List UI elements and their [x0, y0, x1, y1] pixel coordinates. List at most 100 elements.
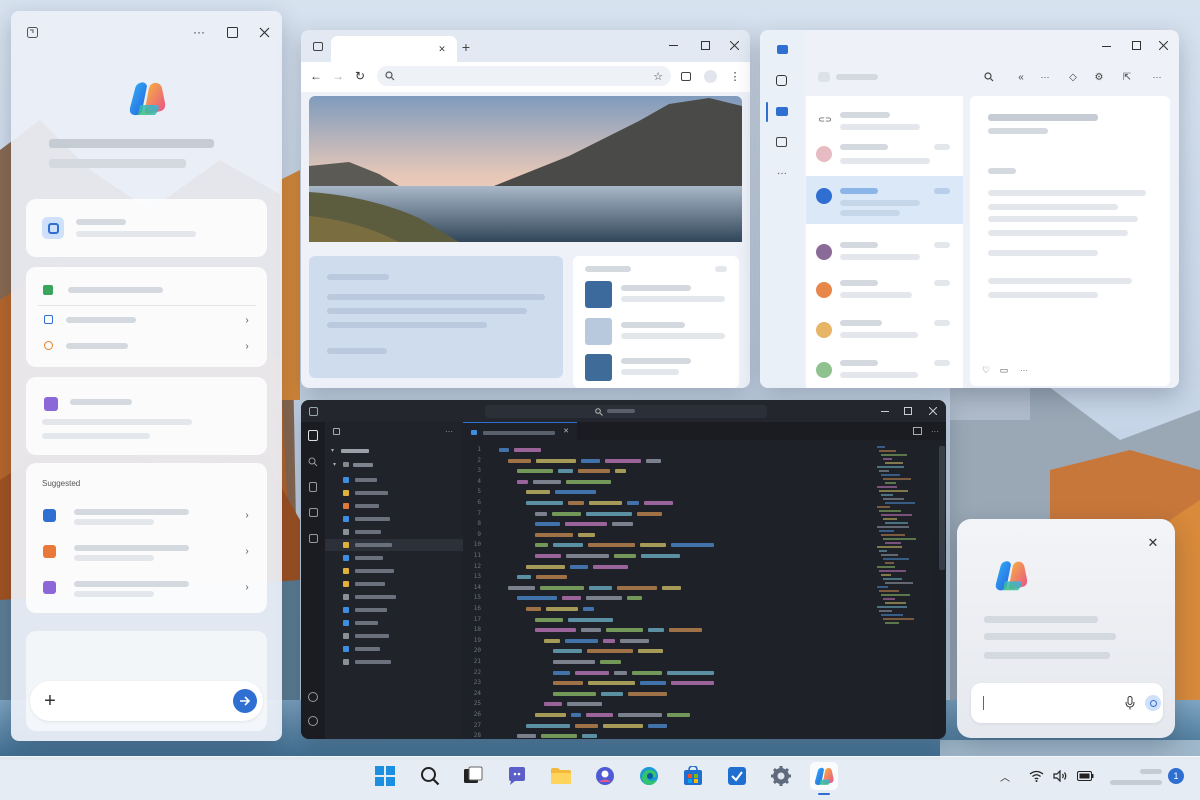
command-center[interactable] [485, 405, 767, 418]
add-attachment-icon[interactable]: + [38, 689, 62, 713]
search-icon[interactable] [307, 456, 319, 468]
account-icon[interactable] [308, 692, 318, 702]
action-row-1[interactable]: › [36, 309, 258, 331]
source-control-icon[interactable] [309, 482, 317, 492]
message-item[interactable] [806, 138, 963, 172]
mail-nav-icon[interactable] [776, 107, 788, 116]
extensions-icon[interactable] [681, 72, 691, 81]
suggestion-row-1[interactable]: › [36, 501, 258, 529]
message-item-selected[interactable] [806, 176, 963, 224]
refresh-icon[interactable]: ↻ [353, 69, 367, 83]
feature-card[interactable] [309, 256, 563, 378]
favorite-star-icon[interactable]: ☆ [651, 69, 665, 83]
message-item[interactable] [806, 274, 963, 308]
file-tree-item[interactable] [325, 552, 463, 564]
browser-tab[interactable]: ✕ [331, 36, 457, 62]
message-item[interactable] [806, 354, 963, 388]
window-minimize-icon[interactable] [669, 45, 678, 46]
copilot-voice-icon[interactable] [1145, 695, 1161, 711]
file-tree-item[interactable] [325, 526, 463, 538]
clock-date[interactable] [1110, 780, 1162, 785]
message-item[interactable] [806, 236, 963, 270]
todo-button[interactable] [723, 762, 751, 790]
suggestion-row-3[interactable]: › [36, 573, 258, 601]
extensions-icon[interactable] [309, 534, 318, 543]
settings-icon[interactable]: ⚙ [1092, 70, 1106, 84]
file-tree-item[interactable] [325, 604, 463, 616]
search-icon[interactable] [982, 70, 996, 84]
photos-button[interactable] [591, 762, 619, 790]
overflow-menu-icon[interactable]: ··· [1150, 70, 1164, 84]
panel-dock-icon[interactable] [25, 25, 39, 39]
file-tree-item[interactable] [325, 656, 463, 668]
task-view-button[interactable] [459, 762, 487, 790]
prompt-card[interactable] [26, 199, 267, 257]
editor-scrollbar[interactable] [939, 446, 945, 570]
manage-gear-icon[interactable] [308, 716, 318, 726]
file-tree-item[interactable] [325, 539, 463, 551]
settings-button[interactable] [767, 762, 795, 790]
explorer-section-header[interactable]: ▾ [331, 446, 451, 456]
file-explorer-button[interactable] [547, 762, 575, 790]
reply-all-icon[interactable]: « [1014, 70, 1028, 84]
edge-button[interactable] [635, 762, 663, 790]
explorer-icon[interactable] [308, 430, 318, 441]
search-button[interactable] [416, 762, 444, 790]
file-tree-item[interactable] [325, 500, 463, 512]
run-debug-icon[interactable] [309, 508, 318, 517]
file-tree-item[interactable] [325, 565, 463, 577]
close-icon[interactable] [257, 25, 271, 39]
more-actions-icon[interactable]: ··· [1038, 70, 1052, 84]
editor-tab[interactable]: ✕ [463, 422, 577, 440]
pop-out-icon[interactable]: ⇱ [1120, 70, 1134, 84]
microphone-icon[interactable] [1123, 695, 1137, 711]
notification-badge[interactable]: 1 [1168, 768, 1184, 784]
file-tree-item[interactable] [325, 513, 463, 525]
file-tree-item[interactable] [325, 487, 463, 499]
window-minimize-icon[interactable] [881, 411, 889, 412]
pin-icon[interactable]: ◇ [1066, 70, 1080, 84]
file-tree-item[interactable] [325, 591, 463, 603]
tab-close-icon[interactable]: ✕ [561, 426, 571, 436]
browser-menu-icon[interactable]: ⋮ [729, 69, 741, 83]
back-icon[interactable]: ← [309, 69, 323, 83]
article-thumb-3[interactable] [585, 354, 612, 381]
battery-icon[interactable] [1076, 768, 1094, 784]
document-card[interactable] [26, 377, 267, 455]
show-hidden-icons-chevron-icon[interactable]: ︿ [998, 768, 1012, 784]
split-editor-icon[interactable] [913, 427, 922, 435]
message-item[interactable]: ⊂⊃ [806, 104, 963, 138]
address-bar[interactable] [377, 66, 671, 86]
file-tree-item[interactable] [325, 617, 463, 629]
file-tree-item[interactable] [325, 630, 463, 642]
popup-input[interactable] [971, 683, 1163, 723]
minimap[interactable] [875, 446, 935, 626]
window-maximize-icon[interactable] [904, 407, 912, 415]
window-minimize-icon[interactable] [1102, 46, 1111, 47]
mail-search-box[interactable] [814, 72, 924, 82]
teams-button[interactable] [503, 762, 531, 790]
maximize-icon[interactable] [225, 25, 239, 39]
code-area[interactable] [463, 440, 871, 739]
attach-icon[interactable]: ▭ [998, 364, 1010, 376]
more-options-icon[interactable]: ··· [929, 426, 941, 436]
inbox-nav-icon[interactable] [776, 137, 787, 147]
window-close-icon[interactable] [928, 406, 938, 416]
action-row-2[interactable]: › [36, 335, 258, 357]
more-options-icon[interactable]: ··· [191, 25, 207, 39]
window-close-icon[interactable] [1158, 40, 1169, 51]
forward-icon[interactable]: → [331, 69, 345, 83]
article-thumb-2[interactable] [585, 318, 612, 345]
suggestion-row-2[interactable]: › [36, 537, 258, 565]
tab-close-icon[interactable]: ✕ [435, 42, 449, 56]
file-tree-item[interactable] [325, 578, 463, 590]
store-button[interactable] [679, 762, 707, 790]
file-tree-item[interactable] [325, 643, 463, 655]
more-apps-icon[interactable]: ··· [774, 168, 790, 179]
message-item[interactable] [806, 314, 963, 348]
wifi-icon[interactable] [1028, 768, 1044, 784]
more-options-icon[interactable]: ··· [443, 426, 455, 436]
window-close-icon[interactable] [729, 40, 740, 51]
file-tree-item[interactable] [325, 474, 463, 486]
start-button[interactable] [371, 762, 399, 790]
